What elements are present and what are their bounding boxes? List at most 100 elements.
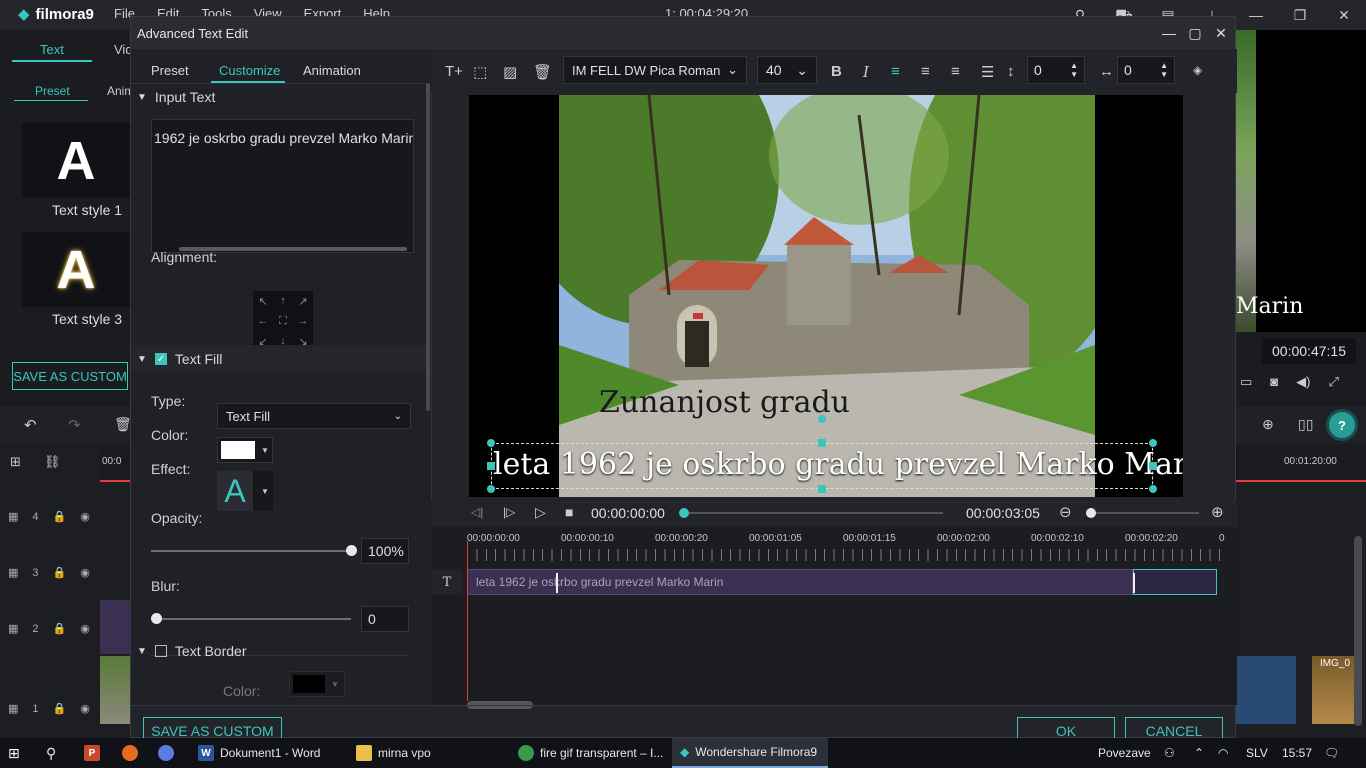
- timeline-playhead[interactable]: [467, 541, 468, 701]
- bg-video-clip-right[interactable]: [1236, 656, 1296, 724]
- bg-text-clip[interactable]: [100, 600, 132, 654]
- text-fill-header[interactable]: ▼ ✓ Text Fill: [137, 351, 222, 367]
- bg-timeline-scrollbar[interactable]: [1354, 536, 1362, 726]
- taskbar-item-word[interactable]: W Dokument1 - Word: [190, 738, 328, 768]
- align-top-right-icon[interactable]: ↗: [293, 291, 313, 311]
- align-center-icon[interactable]: ⛶: [273, 311, 293, 331]
- rotate-handle[interactable]: [818, 415, 826, 423]
- opacity-slider-knob[interactable]: [346, 545, 357, 556]
- bg-tab-text[interactable]: Text: [40, 42, 64, 57]
- wifi-icon[interactable]: ◠: [1218, 738, 1228, 768]
- add-shape-icon[interactable]: ⬚: [473, 63, 487, 81]
- next-frame-icon[interactable]: |▷: [503, 505, 515, 519]
- fill-color-picker[interactable]: ▼: [217, 437, 273, 463]
- line-spacing-icon[interactable]: ↕: [1007, 63, 1015, 80]
- play-icon[interactable]: ▷: [535, 504, 546, 521]
- resize-handle[interactable]: [818, 439, 826, 447]
- add-image-icon[interactable]: ▨: [503, 63, 517, 81]
- notifications-icon[interactable]: 🗨: [1324, 738, 1339, 768]
- lock-icon[interactable]: 🔒: [53, 566, 67, 579]
- resize-handle[interactable]: [1149, 462, 1157, 470]
- align-top-icon[interactable]: ↑: [273, 291, 293, 311]
- eye-icon[interactable]: ◉: [80, 566, 90, 579]
- undo-icon[interactable]: ↶: [24, 416, 37, 434]
- taskbar-item-chrome[interactable]: fire gif transparent – I...: [512, 738, 669, 768]
- eye-icon[interactable]: ◉: [80, 702, 90, 715]
- opacity-value-field[interactable]: 100%: [361, 538, 409, 564]
- tray-expand-icon[interactable]: ⌃: [1194, 738, 1204, 768]
- text-border-checkbox[interactable]: [154, 645, 167, 657]
- clip-trim-handle[interactable]: [1133, 573, 1135, 593]
- maximize-icon[interactable]: ▢: [1185, 21, 1205, 45]
- add-text-icon[interactable]: T+: [445, 63, 463, 80]
- maximize-icon[interactable]: ❐: [1278, 0, 1322, 30]
- zoom-in-icon[interactable]: ⊕: [1262, 416, 1274, 433]
- powerpoint-button[interactable]: P: [84, 738, 100, 768]
- minimize-icon[interactable]: —: [1234, 0, 1278, 30]
- stepper-arrows-icon[interactable]: ▲ ▼: [1070, 61, 1078, 79]
- align-right-icon[interactable]: →: [293, 311, 313, 331]
- close-icon[interactable]: ✕: [1322, 0, 1366, 30]
- prev-frame-icon[interactable]: ◁|: [471, 505, 483, 519]
- taskbar-item-filmora[interactable]: ◆ Wondershare Filmora9: [672, 738, 828, 768]
- lock-icon[interactable]: 🔒: [53, 622, 67, 635]
- link-icon[interactable]: ⛓: [44, 454, 61, 470]
- tab-animation[interactable]: Animation: [303, 63, 361, 78]
- resize-handle[interactable]: [487, 439, 495, 447]
- resize-handle[interactable]: [1149, 485, 1157, 493]
- fullscreen-icon[interactable]: ⤢: [1328, 374, 1338, 390]
- bold-icon[interactable]: B: [831, 63, 842, 80]
- text-fill-checkbox[interactable]: ✓: [154, 353, 167, 365]
- bg-subtab-preset[interactable]: Preset: [35, 84, 70, 98]
- bg-video-clip[interactable]: [100, 656, 132, 724]
- border-color-picker[interactable]: ▼: [289, 671, 345, 697]
- justify-text-icon[interactable]: ☰: [981, 63, 994, 81]
- blur-value-field[interactable]: 0: [361, 606, 409, 632]
- fill-type-select[interactable]: Text Fill ⌄: [217, 403, 411, 429]
- text-border-header[interactable]: ▼ Text Border: [137, 643, 247, 659]
- text-style-3-thumb[interactable]: A: [22, 232, 130, 307]
- stop-icon[interactable]: ■: [565, 504, 573, 520]
- taskbar-item-folder[interactable]: mirna vpo: [350, 738, 437, 768]
- input-text-header[interactable]: ▼ Input Text: [137, 89, 215, 105]
- text-clip[interactable]: leta 1962 je oskrbo gradu prevzel Marko …: [467, 569, 1133, 595]
- firefox-button[interactable]: [122, 738, 138, 768]
- fill-effect-picker[interactable]: A ▼: [217, 471, 273, 511]
- text-style-1-thumb[interactable]: A: [22, 123, 130, 198]
- lock-icon[interactable]: 🔒: [53, 510, 67, 523]
- align-center-text-icon[interactable]: ≡: [921, 63, 930, 80]
- preview-canvas[interactable]: Zunanjost gradu leta 1962 je oskrbo grad…: [469, 95, 1183, 497]
- blur-slider-knob[interactable]: [151, 613, 162, 624]
- player-progress-track[interactable]: [683, 512, 943, 514]
- lock-icon[interactable]: 🔒: [53, 702, 67, 715]
- search-button[interactable]: ⚲: [46, 738, 56, 768]
- italic-icon[interactable]: I: [863, 63, 869, 81]
- tab-customize[interactable]: Customize: [219, 63, 280, 78]
- resize-handle[interactable]: [487, 462, 495, 470]
- settings-scrollbar[interactable]: [426, 83, 430, 411]
- redo-icon[interactable]: ↷: [68, 416, 81, 434]
- app-button[interactable]: [158, 738, 174, 768]
- preview-caption-selected[interactable]: leta 1962 je oskrbo gradu prevzel Marko …: [493, 447, 1183, 482]
- resize-handle[interactable]: [818, 485, 826, 493]
- help-button[interactable]: ?: [1326, 409, 1358, 441]
- font-size-select[interactable]: 40 ⌄: [757, 56, 817, 84]
- snapshot-icon[interactable]: ◙: [1270, 374, 1278, 390]
- zoom-in-icon[interactable]: ⊕: [1211, 503, 1224, 521]
- eye-icon[interactable]: ◉: [80, 622, 90, 635]
- zoom-slider-track[interactable]: [1091, 512, 1199, 514]
- char-spacing-stepper[interactable]: 0 ▲ ▼: [1117, 56, 1175, 84]
- people-icon[interactable]: ⚇: [1164, 738, 1175, 768]
- resize-handle[interactable]: [1149, 439, 1157, 447]
- keyframe-icon[interactable]: ◈: [1193, 63, 1202, 77]
- preview-caption-top[interactable]: Zunanjost gradu: [599, 385, 850, 420]
- blur-slider-track[interactable]: [151, 618, 351, 620]
- zoom-out-icon[interactable]: ⊖: [1059, 503, 1072, 521]
- add-track-icon[interactable]: ⊞: [10, 454, 21, 470]
- network-label[interactable]: Povezave: [1098, 738, 1151, 768]
- align-right-text-icon[interactable]: ≡: [951, 63, 960, 80]
- render-icon[interactable]: ▭: [1240, 374, 1252, 390]
- opacity-slider-track[interactable]: [151, 550, 351, 552]
- stepper-arrows-icon[interactable]: ▲ ▼: [1160, 61, 1168, 79]
- char-spacing-icon[interactable]: ↔: [1099, 63, 1114, 80]
